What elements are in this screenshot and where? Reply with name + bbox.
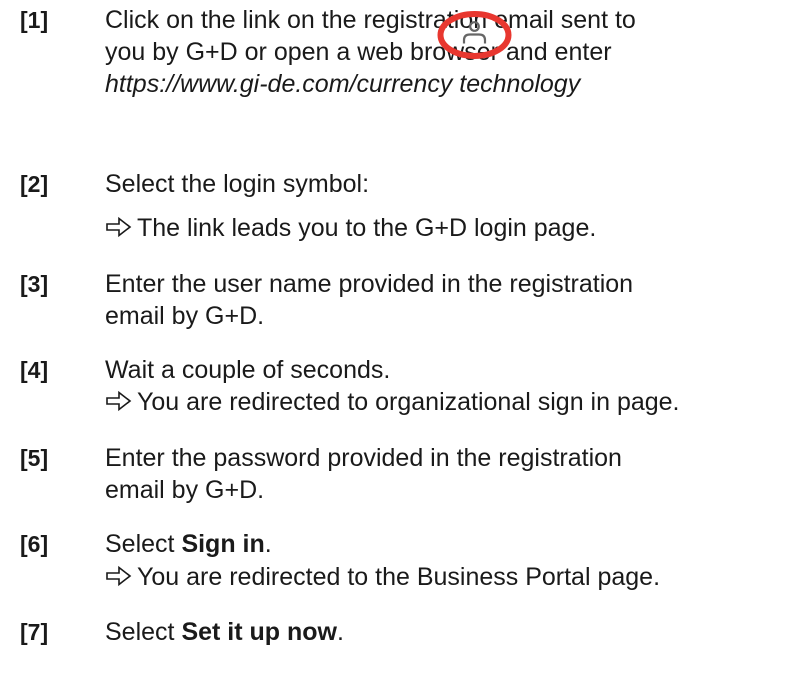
- step-number: [1]: [20, 7, 49, 33]
- step-text-line: Wait a couple of seconds.: [105, 356, 391, 384]
- step-result: You are redirected to the Business Porta…: [105, 561, 660, 593]
- step-number: [4]: [20, 357, 49, 383]
- step-text-prefix: Select: [105, 618, 182, 646]
- step-number: [3]: [20, 271, 49, 297]
- step-text-line: Select Sign in.: [105, 528, 795, 560]
- step-text-line: email by G+D.: [105, 302, 265, 330]
- step-number: [6]: [20, 531, 49, 557]
- result-arrow-icon: [106, 216, 132, 238]
- result-text: The link leads you to the G+D login page…: [137, 214, 597, 242]
- result-arrow-icon: [106, 565, 132, 587]
- step-text-prefix: Select: [105, 530, 182, 558]
- step-text-line: Enter the user name provided in the regi…: [105, 270, 634, 298]
- step-text: Select the login symbol:: [105, 168, 795, 200]
- step-text: Select Sign in.: [105, 528, 795, 560]
- step-number: [2]: [20, 171, 49, 197]
- step-number: [5]: [20, 445, 49, 471]
- ui-label-set-it-up-now: Set it up now: [181, 618, 337, 646]
- result-text: You are redirected to organizational sig…: [137, 388, 680, 416]
- step-text-line: Select Set it up now.: [105, 616, 795, 648]
- step-text-suffix: .: [264, 530, 272, 558]
- step-text-line: email by G+D.: [105, 476, 265, 504]
- step-text: Enter the user name provided in the regi…: [105, 268, 795, 332]
- step-text-line: Enter the password provided in the regis…: [105, 444, 622, 472]
- result-arrow-icon: [106, 390, 132, 412]
- step-text: Enter the password provided in the regis…: [105, 442, 795, 506]
- result-text: You are redirected to the Business Porta…: [137, 563, 661, 591]
- step-text-suffix: .: [336, 618, 344, 646]
- step-result: The link leads you to the G+D login page…: [105, 212, 596, 244]
- step-text: Select Set it up now.: [105, 616, 795, 648]
- login-user-icon: [437, 11, 512, 59]
- ui-label-sign-in: Sign in: [181, 530, 265, 558]
- step-number: [7]: [20, 619, 49, 645]
- step-result: You are redirected to organizational sig…: [105, 386, 680, 418]
- step-text: Wait a couple of seconds.: [105, 354, 795, 386]
- step-text-line: Select the login symbol:: [105, 170, 370, 198]
- website-url: https://www.gi-de.com/currency technolog…: [105, 70, 581, 98]
